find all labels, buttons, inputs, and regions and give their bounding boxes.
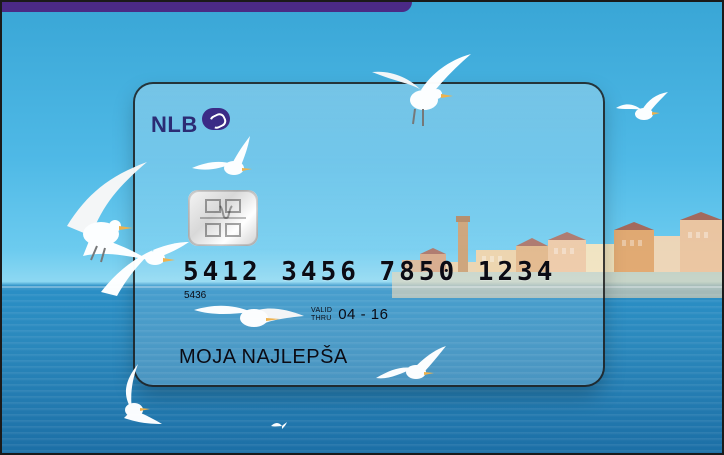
valid-thru: VALID THRU 04 - 16: [311, 306, 388, 323]
valid-thru-label: VALID THRU: [311, 307, 332, 323]
valid-thru-date: 04 - 16: [338, 306, 389, 323]
valid-label-top: VALID: [311, 306, 333, 314]
valid-label-bottom: THRU: [311, 314, 332, 322]
cardholder-name: MOJA NAJLEPŠA: [179, 346, 348, 368]
seagull-icon: [367, 54, 477, 134]
seagull-icon: [614, 90, 670, 124]
seagull-icon: [110, 362, 170, 432]
screenshot-frame: NLB 5412 3456 7850 1234 5436 VALID THRU …: [0, 0, 724, 455]
card-number: 5412 3456 7850 1234: [183, 257, 557, 287]
seagull-icon: [370, 340, 450, 388]
seagull-icon: [188, 286, 308, 346]
seagull-icon: [270, 420, 288, 432]
nlb-logo-mark-icon: [201, 108, 230, 130]
background-scene: NLB 5412 3456 7850 1234 5436 VALID THRU …: [2, 2, 722, 453]
seagull-icon: [97, 232, 192, 302]
top-tab: [2, 2, 412, 12]
